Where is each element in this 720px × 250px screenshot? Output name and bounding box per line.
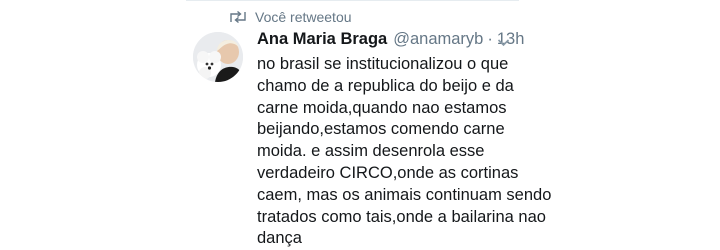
tweet-text-line: caem, mas os animais continuam sendo: [257, 185, 552, 204]
tweet-text-line: dança: [257, 229, 302, 248]
tweet-header: Ana Maria Braga @anamaryb · 13h: [257, 30, 524, 49]
avatar[interactable]: [193, 32, 243, 82]
avatar-photo: [193, 32, 243, 82]
tweet-text: no brasil se institucionalizou o que cha…: [257, 54, 552, 250]
tweet-text-line: chamo de a republica do beijo e da: [257, 76, 514, 95]
tweet-text-line: verdadeiro CIRCO,onde as cortinas: [257, 163, 519, 182]
tweet-text-line: beijando,estamos comendo carne: [257, 120, 505, 139]
chevron-down-icon[interactable]: [497, 38, 510, 47]
tweet-text-line: no brasil se institucionalizou o que: [257, 55, 509, 73]
tweet-card[interactable]: Você retweetou Ana Maria Braga @anamaryb…: [0, 0, 720, 247]
retweet-icon: [230, 10, 246, 24]
author-name[interactable]: Ana Maria Braga: [257, 30, 387, 49]
tweet-text-line: tratados como tais,onde a bailarina nao: [257, 207, 546, 226]
retweet-context: Você retweetou: [229, 9, 352, 25]
retweet-label: Você retweetou: [255, 9, 352, 25]
author-handle[interactable]: @anamaryb: [393, 30, 483, 49]
tweet-text-line: moida. e assim desenrola esse: [257, 142, 485, 161]
top-divider: [186, 0, 519, 1]
separator-dot: ·: [487, 30, 493, 48]
tweet-text-line: carne moida,quando nao estamos: [257, 98, 507, 117]
